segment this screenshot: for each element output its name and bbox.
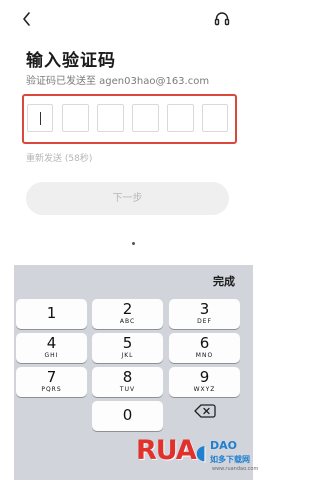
watermark-brand-suffix: DAO (210, 439, 237, 452)
watermark-brand-mark: ◖ (195, 440, 207, 464)
key-6[interactable]: 6 MNO (169, 333, 240, 363)
watermark-brand: RUA◖ (136, 435, 207, 467)
key-5[interactable]: 5 JKL (92, 333, 163, 363)
keyboard-done-button[interactable]: 完成 (213, 273, 235, 289)
next-step-button[interactable]: 下一步 (26, 182, 229, 215)
key-number: 7 (46, 368, 57, 386)
page-dot (132, 242, 135, 245)
key-2[interactable]: 2 ABC (92, 299, 163, 329)
key-letters: PQRS (41, 386, 62, 393)
chevron-left-icon[interactable] (20, 10, 36, 28)
key-letters: GHI (44, 352, 59, 359)
code-digit-box-1[interactable] (27, 104, 53, 132)
verification-code-screen: 输入验证码 验证码已发送至 agen03hao@163.com 重新发送 (58… (0, 0, 258, 480)
key-3[interactable]: 3 DEF (169, 299, 240, 329)
key-letters: JKL (121, 352, 134, 359)
key-number: 2 (122, 300, 133, 318)
text-cursor (40, 112, 41, 125)
code-digit-box-5[interactable] (167, 104, 194, 132)
code-digit-box-2[interactable] (62, 104, 89, 132)
key-number: 6 (199, 334, 210, 352)
key-letters: WXYZ (193, 386, 216, 393)
backspace-icon[interactable] (193, 402, 217, 420)
watermark-brand-prefix: RUA (136, 435, 197, 466)
key-number: 5 (122, 334, 133, 352)
key-letters: MNO (195, 352, 214, 359)
headset-icon[interactable] (213, 10, 231, 28)
key-number: 9 (199, 368, 210, 386)
code-digit-box-3[interactable] (97, 104, 124, 132)
sent-to-email-text: 验证码已发送至 agen03hao@163.com (26, 76, 210, 87)
key-number: 0 (122, 406, 133, 424)
resend-countdown[interactable]: 重新发送 (58秒) (26, 151, 92, 164)
key-number: 8 (122, 368, 133, 386)
watermark-url: www.ruandao.com (212, 466, 259, 472)
key-letters: DEF (197, 318, 212, 325)
key-8[interactable]: 8 TUV (92, 367, 163, 397)
watermark-logo: RUA◖ DAO 如多下载网 www.ruandao.com (136, 435, 258, 480)
key-4[interactable]: 4 GHI (16, 333, 87, 363)
key-7[interactable]: 7 PQRS (16, 367, 87, 397)
key-0[interactable]: 0 (92, 401, 163, 431)
key-letters: ABC (119, 318, 136, 325)
key-1[interactable]: 1 (16, 299, 87, 329)
key-number: 1 (46, 304, 57, 322)
key-number: 3 (199, 300, 210, 318)
code-digit-box-6[interactable] (202, 104, 228, 132)
key-letters: TUV (119, 386, 136, 393)
key-9[interactable]: 9 WXYZ (169, 367, 240, 397)
code-digit-box-4[interactable] (132, 104, 159, 132)
watermark-chinese: 如多下载网 (210, 455, 250, 464)
key-number: 4 (46, 334, 57, 352)
page-title: 输入验证码 (26, 51, 116, 71)
